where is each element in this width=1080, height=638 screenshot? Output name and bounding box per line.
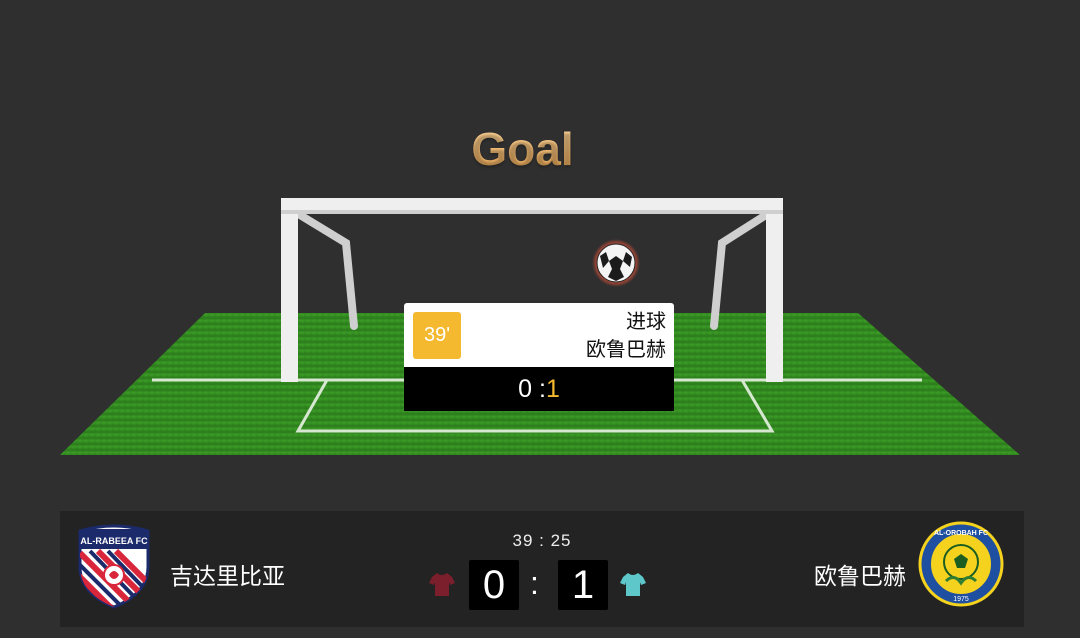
event-team-label: 欧鲁巴赫 (586, 337, 666, 361)
home-score: 0 (469, 560, 519, 610)
event-minute-badge: 39' (413, 312, 461, 359)
away-crest-text: AL-OROBAH FC (934, 530, 988, 537)
event-score-away: 1 (545, 375, 560, 403)
home-team-name: 吉达里比亚 (170, 564, 285, 590)
away-team-name: 欧鲁巴赫 (814, 564, 906, 590)
away-jersey-icon (620, 573, 646, 596)
away-team-crest: AL-OROBAH FC 1975 (918, 521, 1004, 607)
away-score: 1 (558, 560, 608, 610)
event-score-separator: : (532, 375, 546, 403)
score-separator: : (530, 565, 539, 601)
scoreboard: AL-RABEEA FC 吉达里比亚 39 : 25 0 : 1 欧鲁巴赫 AL… (60, 511, 1024, 627)
home-jersey-icon (429, 573, 455, 596)
goal-event-card: 39' 进球 欧鲁巴赫 (404, 303, 674, 367)
soccer-ball-icon (592, 239, 640, 287)
match-clock: 39 : 25 (512, 531, 572, 550)
event-score-line: 0 :1 (404, 367, 674, 411)
away-crest-year: 1975 (953, 596, 969, 603)
event-type-label: 进球 (626, 309, 666, 333)
event-score-home: 0 (518, 375, 533, 403)
